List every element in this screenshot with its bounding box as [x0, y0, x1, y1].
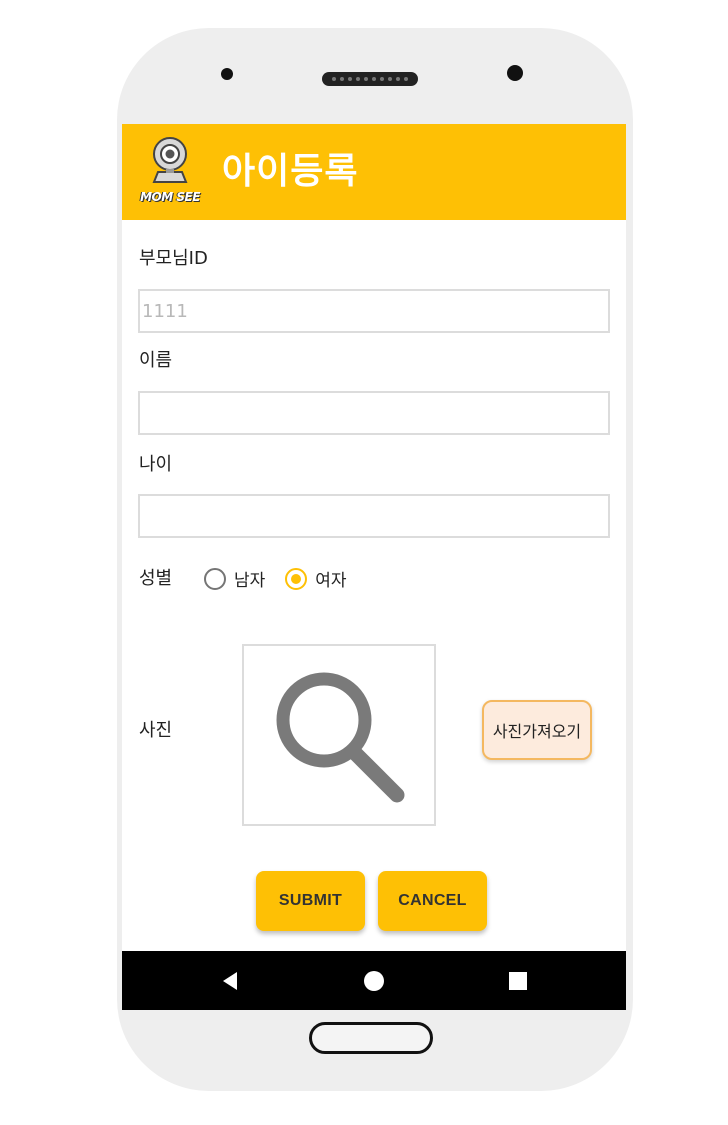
radio-checked-icon[interactable]: [285, 567, 308, 590]
hardware-home-button[interactable]: [309, 1022, 433, 1054]
gender-radio-group: 남자 여자: [204, 566, 367, 591]
speaker-grille: [322, 72, 418, 86]
back-icon[interactable]: [210, 951, 250, 1010]
page-title: 아이등록: [222, 151, 359, 192]
app-screen: MOM SEE 아이등록 부모님ID 이름 나이 성별 남자 여자 사진 사진가…: [122, 124, 626, 1010]
system-nav-bar: [122, 951, 626, 1010]
app-logo: MOM SEE: [140, 134, 200, 210]
name-label: 이름: [139, 350, 173, 371]
gender-option-male[interactable]: 남자: [204, 566, 265, 591]
home-icon[interactable]: [354, 951, 394, 1010]
search-icon: [276, 672, 405, 803]
parent-id-label: 부모님ID: [139, 248, 208, 269]
radio-unchecked-icon[interactable]: [204, 567, 226, 590]
logo-text: MOM SEE: [140, 190, 200, 204]
age-input[interactable]: [138, 494, 610, 538]
gender-option-female[interactable]: 여자: [285, 566, 347, 591]
gender-option-label: 남자: [234, 571, 266, 591]
sensor-dot: [507, 65, 523, 81]
gender-option-label: 여자: [315, 571, 347, 591]
name-input[interactable]: [138, 391, 610, 435]
age-label: 나이: [139, 454, 173, 475]
parent-id-input[interactable]: [138, 289, 610, 333]
submit-button[interactable]: SUBMIT: [256, 871, 365, 931]
app-bar: MOM SEE 아이등록: [122, 124, 626, 220]
webcam-icon: [152, 137, 188, 183]
gender-label: 성별: [139, 568, 173, 589]
recent-apps-icon[interactable]: [498, 951, 538, 1010]
photo-label: 사진: [139, 720, 173, 741]
front-camera: [221, 68, 233, 80]
load-photo-button[interactable]: 사진가져오기: [482, 700, 592, 760]
cancel-button[interactable]: CANCEL: [378, 871, 487, 931]
photo-preview: [242, 644, 436, 826]
